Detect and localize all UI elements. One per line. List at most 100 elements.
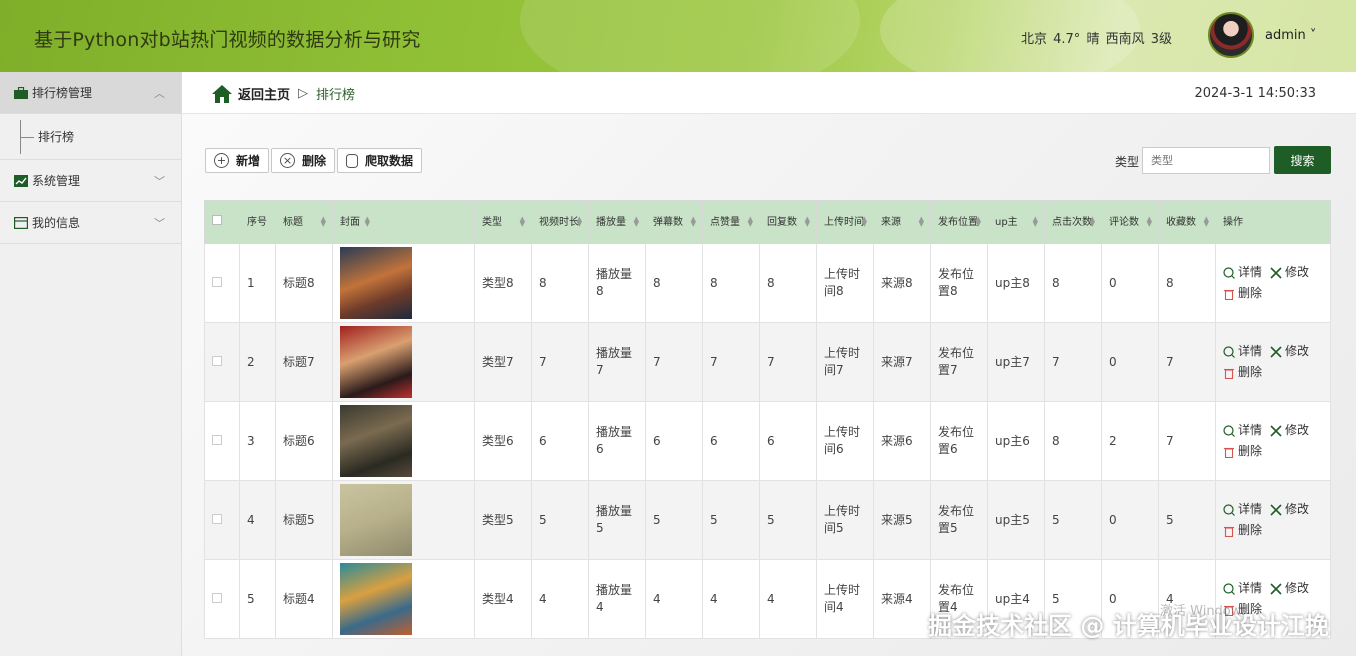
cell-pos: 发布位置7 — [930, 322, 988, 402]
user-menu[interactable]: admin ˅ — [1265, 28, 1316, 43]
sidebar-group-label: 我的信息 — [32, 216, 81, 230]
detail-button[interactable]: 详情 — [1223, 422, 1262, 439]
sort-icon[interactable]: ▲ ▼ — [691, 216, 696, 228]
col-header[interactable]: 来源 ▲ ▼ — [873, 200, 931, 244]
sidebar-group-system[interactable]: 系统管理 ﹀ — [0, 160, 181, 202]
type-search-input[interactable] — [1142, 147, 1270, 174]
row-select-cell[interactable] — [204, 401, 240, 481]
cell-likes: 8 — [702, 243, 760, 323]
wrench-icon — [1270, 582, 1282, 595]
row-select-cell[interactable] — [204, 559, 240, 639]
avatar[interactable] — [1208, 12, 1254, 58]
cover-image[interactable] — [340, 326, 412, 398]
cell-upload: 上传时间4 — [816, 559, 874, 639]
search-button[interactable]: 搜索 — [1274, 146, 1331, 174]
row-checkbox[interactable] — [212, 592, 222, 603]
edit-button[interactable]: 修改 — [1270, 422, 1309, 439]
cell-plays: 播放量4 — [588, 559, 646, 639]
cell-plays: 播放量8 — [588, 243, 646, 323]
cell-up: up主7 — [987, 322, 1045, 402]
col-header[interactable]: 回复数 ▲ ▼ — [759, 200, 817, 244]
home-link[interactable]: 返回主页 — [238, 84, 290, 103]
row-checkbox[interactable] — [212, 513, 222, 524]
row-checkbox[interactable] — [212, 355, 222, 366]
sort-icon[interactable]: ▲ ▼ — [1033, 216, 1038, 228]
delete-row-button[interactable]: 删除 — [1223, 285, 1315, 302]
sort-icon[interactable]: ▲ ▼ — [365, 216, 370, 228]
detail-button[interactable]: 详情 — [1223, 264, 1262, 281]
add-button[interactable]: + 新增 — [205, 148, 270, 173]
col-header[interactable]: 类型 ▲ ▼ — [474, 200, 532, 244]
delete-button[interactable]: × 删除 — [271, 148, 336, 173]
sort-icon[interactable]: ▲ ▼ — [1147, 216, 1152, 228]
cell-pos: 发布位置8 — [930, 243, 988, 323]
cell-type: 类型4 — [474, 559, 532, 639]
col-header[interactable]: 发布位置 ▲ ▼ — [930, 200, 988, 244]
row-checkbox[interactable] — [212, 434, 222, 445]
sort-icon[interactable]: ▲ ▼ — [321, 216, 326, 228]
detail-button[interactable]: 详情 — [1223, 343, 1262, 360]
cover-image[interactable] — [340, 484, 412, 556]
sort-icon[interactable]: ▲ ▼ — [1204, 216, 1209, 228]
select-all-checkbox[interactable] — [212, 214, 222, 225]
col-header[interactable]: 播放量 ▲ ▼ — [588, 200, 646, 244]
cell-clicks: 8 — [1044, 401, 1102, 481]
sort-icon[interactable]: ▲ ▼ — [976, 216, 981, 228]
search-detail-icon — [1223, 582, 1235, 595]
col-header[interactable]: 弹幕数 ▲ ▼ — [645, 200, 703, 244]
edit-button[interactable]: 修改 — [1270, 580, 1309, 597]
cover-image[interactable] — [340, 247, 412, 319]
sort-icon[interactable]: ▲ ▼ — [520, 216, 525, 228]
trash-icon — [1224, 368, 1234, 379]
col-header[interactable]: up主 ▲ ▼ — [987, 200, 1045, 244]
col-header[interactable]: 收藏数 ▲ ▼ — [1158, 200, 1216, 244]
sort-icon[interactable]: ▲ ▼ — [1090, 216, 1095, 228]
row-select-cell[interactable] — [204, 243, 240, 323]
cell-upload: 上传时间6 — [816, 401, 874, 481]
row-select-cell[interactable] — [204, 480, 240, 560]
cell-comments: 2 — [1101, 401, 1159, 481]
delete-row-button[interactable]: 删除 — [1223, 364, 1315, 381]
row-checkbox[interactable] — [212, 276, 222, 287]
sort-icon[interactable]: ▲ ▼ — [748, 216, 753, 228]
cell-fav: 7 — [1158, 401, 1216, 481]
col-header[interactable]: 封面 ▲ ▼ — [332, 200, 475, 244]
edit-button[interactable]: 修改 — [1270, 343, 1309, 360]
wrench-icon — [1270, 503, 1282, 516]
sort-icon[interactable]: ▲ ▼ — [862, 216, 867, 228]
row-select-cell[interactable] — [204, 322, 240, 402]
col-header[interactable]: 点赞量 ▲ ▼ — [702, 200, 760, 244]
cell-source: 来源4 — [873, 559, 931, 639]
col-header[interactable]: 评论数 ▲ ▼ — [1101, 200, 1159, 244]
sort-icon[interactable]: ▲ ▼ — [919, 216, 924, 228]
edit-button[interactable]: 修改 — [1270, 501, 1309, 518]
cell-upload: 上传时间8 — [816, 243, 874, 323]
delete-row-button[interactable]: 删除 — [1223, 522, 1315, 539]
col-header[interactable]: 视频时长 ▲ ▼ — [531, 200, 589, 244]
edit-button[interactable]: 修改 — [1270, 264, 1309, 281]
detail-button[interactable]: 详情 — [1223, 580, 1262, 597]
cover-image[interactable] — [340, 563, 412, 635]
col-header[interactable]: 标题 ▲ ▼ — [275, 200, 333, 244]
sidebar-group-profile[interactable]: 我的信息 ﹀ — [0, 202, 181, 244]
sidebar-item-ranking[interactable]: 排行榜 — [0, 114, 181, 160]
wrench-icon — [1270, 424, 1282, 437]
crawl-button[interactable]: 爬取数据 — [337, 148, 423, 173]
cover-image[interactable] — [340, 405, 412, 477]
col-header[interactable]: 上传时间 ▲ ▼ — [816, 200, 874, 244]
add-button-label: 新增 — [236, 154, 261, 168]
delete-row-button[interactable]: 删除 — [1223, 443, 1315, 460]
sidebar-group-ranking[interactable]: 排行榜管理 ︿ — [0, 72, 181, 114]
sort-icon[interactable]: ▲ ▼ — [805, 216, 810, 228]
datetime: 2024-3-1 14:50:33 — [1194, 86, 1316, 101]
select-all-cell[interactable] — [204, 200, 240, 244]
sort-icon[interactable]: ▲ ▼ — [577, 216, 582, 228]
cover-cell — [332, 401, 475, 481]
detail-button[interactable]: 详情 — [1223, 501, 1262, 518]
cell-duration: 6 — [531, 401, 589, 481]
watermark: 掘金技术社区 @ 计算机毕业设计江挽 — [928, 612, 1329, 640]
sort-icon[interactable]: ▲ ▼ — [634, 216, 639, 228]
col-header[interactable]: 点击次数 ▲ ▼ — [1044, 200, 1102, 244]
home-icon[interactable] — [212, 84, 232, 103]
cell-up: up主6 — [987, 401, 1045, 481]
